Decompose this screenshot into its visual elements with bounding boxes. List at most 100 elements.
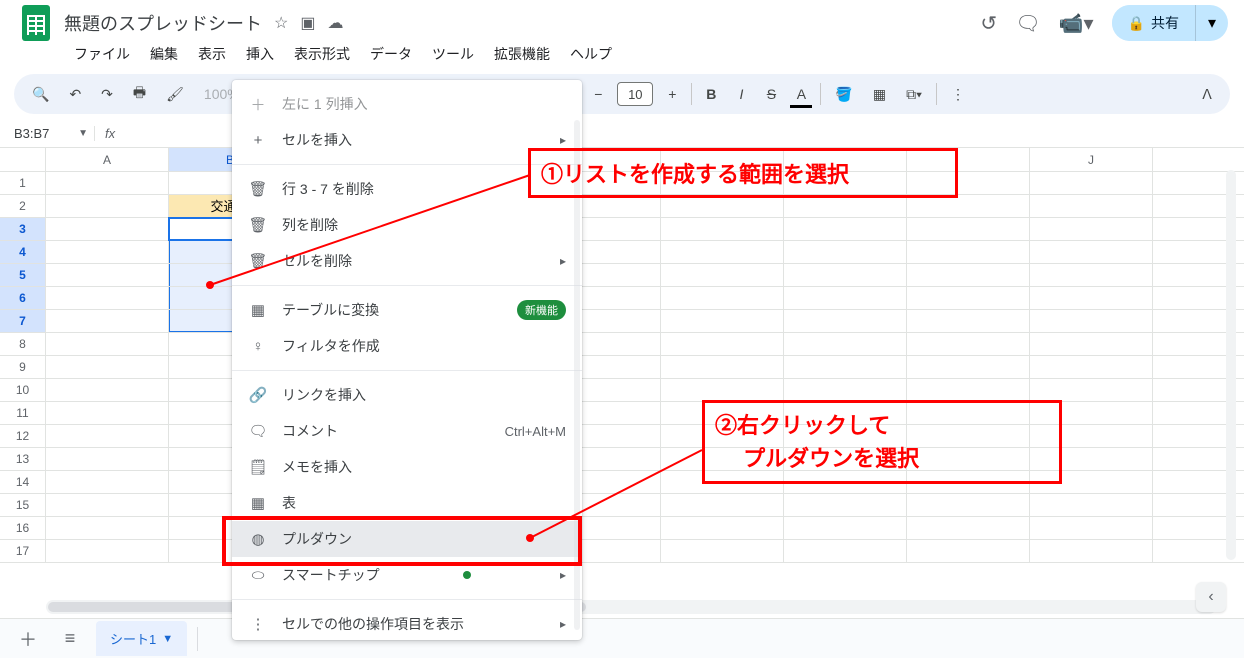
- row-header[interactable]: 16: [0, 517, 46, 539]
- cell[interactable]: [1030, 287, 1153, 309]
- cell[interactable]: [907, 333, 1030, 355]
- cell[interactable]: [907, 494, 1030, 516]
- cell[interactable]: [661, 540, 784, 562]
- row-header[interactable]: 8: [0, 333, 46, 355]
- share-caret[interactable]: ▾: [1195, 5, 1228, 41]
- cell[interactable]: [46, 172, 169, 194]
- cloud-icon[interactable]: ☁: [327, 13, 343, 33]
- cell[interactable]: [1030, 195, 1153, 217]
- cell[interactable]: [46, 448, 169, 470]
- document-title[interactable]: 無題のスプレッドシート: [64, 10, 262, 36]
- cell[interactable]: [46, 287, 169, 309]
- cell[interactable]: [46, 356, 169, 378]
- cell[interactable]: [46, 218, 169, 240]
- cell[interactable]: [46, 195, 169, 217]
- font-size-dec[interactable]: −: [587, 82, 609, 106]
- menu-insert[interactable]: 挿入: [238, 40, 282, 68]
- cell[interactable]: [661, 517, 784, 539]
- cell[interactable]: [907, 264, 1030, 286]
- name-box[interactable]: B3:B7▼: [0, 126, 95, 141]
- cell[interactable]: [46, 264, 169, 286]
- meet-icon[interactable]: 📹▾: [1059, 11, 1094, 36]
- cell[interactable]: [661, 333, 784, 355]
- cell[interactable]: [784, 195, 907, 217]
- menu-help[interactable]: ヘルプ: [562, 40, 620, 68]
- cm-more-actions[interactable]: ⋮セルでの他の操作項目を表示▸: [232, 606, 582, 642]
- cell[interactable]: [784, 241, 907, 263]
- strike-icon[interactable]: S: [760, 82, 782, 106]
- cell[interactable]: [1030, 517, 1153, 539]
- cm-insert-link[interactable]: 🔗リンクを挿入: [232, 377, 582, 413]
- cell[interactable]: [1030, 218, 1153, 240]
- history-icon[interactable]: ↺: [980, 11, 997, 36]
- menu-view[interactable]: 表示: [190, 40, 234, 68]
- explore-button[interactable]: ‹: [1196, 582, 1226, 612]
- horizontal-scrollbar[interactable]: [46, 600, 1216, 614]
- cell[interactable]: [1030, 333, 1153, 355]
- menu-tools[interactable]: ツール: [424, 40, 482, 68]
- cell[interactable]: [784, 379, 907, 401]
- cell[interactable]: [907, 195, 1030, 217]
- bold-icon[interactable]: B: [700, 82, 722, 106]
- all-sheets-button[interactable]: ≡: [54, 623, 86, 655]
- merge-icon[interactable]: ⧉▾: [900, 82, 928, 107]
- spreadsheet-grid[interactable]: A B J 12交通手34567891011121314151617: [0, 148, 1244, 578]
- add-sheet-button[interactable]: ＋: [12, 623, 44, 655]
- row-header[interactable]: 14: [0, 471, 46, 493]
- cell[interactable]: [907, 356, 1030, 378]
- cell[interactable]: [661, 494, 784, 516]
- cell[interactable]: [784, 356, 907, 378]
- cell[interactable]: [784, 517, 907, 539]
- row-header[interactable]: 4: [0, 241, 46, 263]
- cell[interactable]: [1030, 241, 1153, 263]
- redo-icon[interactable]: ↷: [95, 82, 119, 107]
- cell[interactable]: [907, 540, 1030, 562]
- sheet-tab-1[interactable]: シート1▼: [96, 621, 187, 656]
- cell[interactable]: [907, 287, 1030, 309]
- cm-smartchip[interactable]: ⬭スマートチップ▸: [232, 557, 582, 593]
- cm-insert-col-left[interactable]: ＋左に 1 列挿入: [232, 86, 582, 122]
- cell[interactable]: [784, 287, 907, 309]
- select-all-corner[interactable]: [0, 148, 46, 171]
- cell[interactable]: [661, 264, 784, 286]
- undo-icon[interactable]: ↶: [63, 82, 87, 107]
- cell[interactable]: [661, 218, 784, 240]
- col-header-J[interactable]: J: [1030, 148, 1153, 171]
- cell[interactable]: [661, 195, 784, 217]
- cell[interactable]: [784, 310, 907, 332]
- text-color-icon[interactable]: A: [790, 82, 812, 106]
- font-size-input[interactable]: 10: [617, 82, 653, 106]
- print-icon[interactable]: 🖶: [127, 78, 152, 110]
- row-header[interactable]: 11: [0, 402, 46, 424]
- row-header[interactable]: 7: [0, 310, 46, 332]
- collapse-toolbar-icon[interactable]: ᐱ: [1196, 82, 1218, 107]
- italic-icon[interactable]: I: [730, 82, 752, 106]
- cm-insert-note[interactable]: 🗒メモを挿入: [232, 449, 582, 485]
- menu-data[interactable]: データ: [362, 40, 420, 68]
- paint-format-icon[interactable]: 🖌: [160, 82, 190, 107]
- cell[interactable]: [1030, 356, 1153, 378]
- cell[interactable]: [46, 540, 169, 562]
- cell[interactable]: [46, 517, 169, 539]
- cell[interactable]: [46, 379, 169, 401]
- cell[interactable]: [784, 540, 907, 562]
- cell[interactable]: [661, 356, 784, 378]
- row-header[interactable]: 12: [0, 425, 46, 447]
- cell[interactable]: [1030, 264, 1153, 286]
- cm-comment[interactable]: 🗨コメントCtrl+Alt+M: [232, 413, 582, 449]
- vertical-scrollbar[interactable]: [1226, 170, 1236, 560]
- row-header[interactable]: 5: [0, 264, 46, 286]
- star-icon[interactable]: ☆: [274, 13, 288, 33]
- row-header[interactable]: 6: [0, 287, 46, 309]
- cell[interactable]: [46, 333, 169, 355]
- cell[interactable]: [1030, 172, 1153, 194]
- row-header[interactable]: 1: [0, 172, 46, 194]
- cell[interactable]: [661, 241, 784, 263]
- search-icon[interactable]: 🔍: [26, 82, 55, 107]
- menu-file[interactable]: ファイル: [66, 40, 138, 68]
- comments-icon[interactable]: 🗨: [1015, 11, 1040, 36]
- row-header[interactable]: 2: [0, 195, 46, 217]
- cell[interactable]: [784, 218, 907, 240]
- cm-to-table[interactable]: ▦テーブルに変換新機能: [232, 292, 582, 328]
- menu-format[interactable]: 表示形式: [286, 40, 358, 68]
